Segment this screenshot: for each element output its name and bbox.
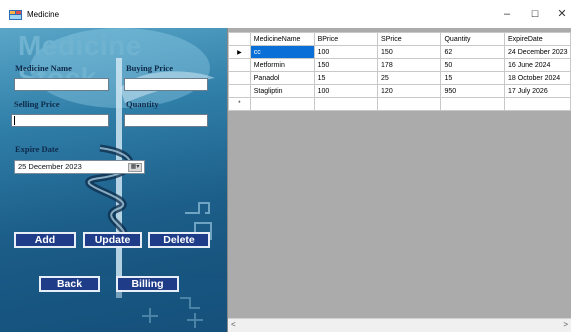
column-header-expiredate[interactable]: ExpireDate	[504, 32, 571, 46]
table-cell[interactable]: 15	[440, 71, 506, 85]
table-cell[interactable]: cc	[249, 45, 315, 59]
medicine-name-label: Medicine Name	[15, 63, 72, 73]
table-cell[interactable]: 17 July 2026	[504, 84, 571, 98]
expire-date-label: Expire Date	[15, 144, 59, 154]
row-header[interactable]	[228, 84, 251, 98]
new-row-marker[interactable]: *	[228, 97, 251, 111]
quantity-input[interactable]	[124, 114, 208, 127]
table-cell[interactable]: 950	[440, 84, 506, 98]
table-cell[interactable]: 50	[440, 58, 506, 72]
column-header-quantity[interactable]: Quantity	[440, 32, 506, 46]
title-bar: Medicine – ☐ ✕	[0, 0, 571, 28]
app-icon	[9, 10, 22, 20]
quantity-label: Quantity	[126, 99, 159, 109]
table-cell[interactable]	[249, 97, 315, 111]
column-header-sprice[interactable]: SPrice	[377, 32, 442, 46]
table-cell[interactable]: Metformin	[249, 58, 315, 72]
table-row[interactable]: ▶ cc 100 150 62 24 December 2023	[228, 45, 571, 59]
window-title: Medicine	[27, 10, 60, 19]
table-cell[interactable]: 100	[313, 84, 379, 98]
medicine-table: MedicineName BPrice SPrice Quantity Expi…	[228, 32, 571, 111]
table-cell[interactable]: 62	[440, 45, 506, 59]
medicine-data-grid[interactable]: MedicineName BPrice SPrice Quantity Expi…	[227, 28, 571, 332]
table-cell[interactable]: 100	[313, 45, 379, 59]
table-row[interactable]: Panadol 15 25 15 18 October 2024	[228, 71, 571, 85]
minimize-button[interactable]: –	[496, 6, 518, 22]
column-header-medicinename[interactable]: MedicineName	[249, 32, 315, 46]
billing-button[interactable]: Billing	[116, 276, 179, 292]
table-cell[interactable]	[504, 97, 571, 111]
table-cell[interactable]: 150	[377, 45, 442, 59]
row-header-corner	[228, 32, 251, 46]
table-cell[interactable]	[440, 97, 506, 111]
selling-price-input[interactable]	[11, 114, 109, 127]
row-header[interactable]	[228, 58, 251, 72]
table-cell[interactable]	[313, 97, 379, 111]
table-cell[interactable]: 18 October 2024	[504, 71, 571, 85]
maximize-button[interactable]: ☐	[524, 6, 546, 22]
table-cell[interactable]: Stagliptin	[249, 84, 315, 98]
expire-date-value: 25 December 2023	[18, 162, 82, 171]
table-cell[interactable]: 178	[377, 58, 442, 72]
table-cell[interactable]: 15	[313, 71, 379, 85]
table-cell[interactable]: 25	[377, 71, 442, 85]
new-row[interactable]: *	[228, 97, 571, 111]
table-row[interactable]: Stagliptin 100 120 950 17 July 2026	[228, 84, 571, 98]
expire-date-picker[interactable]: 25 December 2023 ▦▾	[14, 160, 145, 174]
horizontal-scrollbar[interactable]: < >	[228, 318, 571, 332]
close-button[interactable]: ✕	[551, 6, 571, 22]
delete-button[interactable]: Delete	[148, 232, 210, 248]
scroll-right-icon[interactable]: >	[563, 320, 568, 329]
table-cell[interactable]: 150	[313, 58, 379, 72]
buying-price-label: Buying Price	[126, 63, 173, 73]
medicine-form-panel: Medicine Stock Medicine Name Buying Pric…	[0, 28, 227, 332]
table-header-row: MedicineName BPrice SPrice Quantity Expi…	[228, 32, 571, 46]
table-row[interactable]: Metformin 150 178 50 16 June 2024	[228, 58, 571, 72]
column-header-bprice[interactable]: BPrice	[313, 32, 379, 46]
table-cell[interactable]: 16 June 2024	[504, 58, 571, 72]
table-cell[interactable]: Panadol	[249, 71, 315, 85]
update-button[interactable]: Update	[83, 232, 142, 248]
table-cell[interactable]: 24 December 2023	[504, 45, 571, 59]
current-row-marker[interactable]: ▶	[228, 45, 251, 59]
buying-price-input[interactable]	[124, 78, 208, 91]
selling-price-label: Selling Price	[14, 99, 60, 109]
medicine-name-input[interactable]	[14, 78, 109, 91]
calendar-dropdown-icon[interactable]: ▦▾	[128, 163, 142, 172]
back-button[interactable]: Back	[39, 276, 100, 292]
add-button[interactable]: Add	[14, 232, 76, 248]
table-cell[interactable]: 120	[377, 84, 442, 98]
text-cursor	[14, 116, 15, 126]
table-cell[interactable]	[377, 97, 442, 111]
row-header[interactable]	[228, 71, 251, 85]
scroll-left-icon[interactable]: <	[231, 320, 236, 329]
